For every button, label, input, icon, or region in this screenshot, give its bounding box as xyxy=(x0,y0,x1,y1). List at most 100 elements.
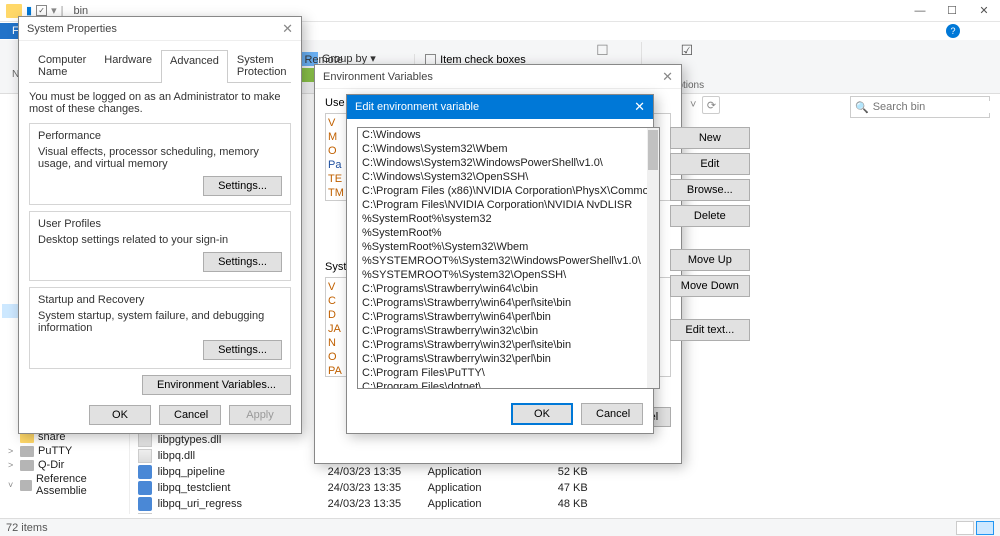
details-view-button[interactable] xyxy=(956,521,974,535)
path-item[interactable]: C:\Programs\Strawberry\win32\c\bin xyxy=(358,324,659,338)
ok-button[interactable]: OK xyxy=(89,405,151,425)
file-size: 47 KB xyxy=(528,482,588,494)
file-size: 52 KB xyxy=(528,466,588,478)
tree-item[interactable]: ˅ Reference Assemblie xyxy=(2,472,127,498)
expand-icon[interactable]: ˅ xyxy=(8,480,13,490)
tree-item[interactable]: > PuTTY xyxy=(2,444,127,458)
file-icon xyxy=(138,513,152,514)
env-vars-button[interactable]: Environment Variables... xyxy=(142,375,291,395)
performance-group: Performance Visual effects, processor sc… xyxy=(29,123,291,205)
tree-label: PuTTY xyxy=(38,445,72,457)
file-row[interactable]: libpq_uri_regress 24/03/23 13:35 Applica… xyxy=(138,496,992,512)
file-name: libpq_pipeline xyxy=(158,466,328,478)
file-date: 24/03/23 13:35 xyxy=(328,482,428,494)
expand-icon[interactable]: > xyxy=(8,446,13,456)
profiles-title: User Profiles xyxy=(38,218,282,230)
titlebar-sep: | xyxy=(61,5,64,17)
close-icon[interactable]: ✕ xyxy=(634,99,645,115)
refresh-button[interactable]: ⟳ xyxy=(702,96,720,114)
large-icons-view-button[interactable] xyxy=(976,521,994,535)
maximize-button[interactable]: ☐ xyxy=(936,0,968,22)
new-button[interactable]: New xyxy=(670,127,750,149)
file-type: Application xyxy=(428,482,528,494)
file-icon xyxy=(138,433,152,447)
cancel-button[interactable]: Cancel xyxy=(159,405,221,425)
file-name: libpq_testclient xyxy=(158,482,328,494)
edit-button[interactable]: Edit xyxy=(670,153,750,175)
startup-desc: System startup, system failure, and debu… xyxy=(38,310,282,334)
sysprops-tabs: Computer NameHardwareAdvancedSystem Prot… xyxy=(29,49,291,83)
perf-title: Performance xyxy=(38,130,282,142)
edit-text-button[interactable]: Edit text... xyxy=(670,319,750,341)
file-name: libpgtypes.dll xyxy=(158,434,328,446)
path-item[interactable]: C:\Program Files\PuTTY\ xyxy=(358,366,659,380)
apply-button: Apply xyxy=(229,405,291,425)
path-item[interactable]: C:\Program Files\NVIDIA Corporation\NVID… xyxy=(358,198,659,212)
path-item[interactable]: C:\Programs\Strawberry\win64\perl\site\b… xyxy=(358,296,659,310)
path-item[interactable]: C:\Windows xyxy=(358,128,659,142)
startup-settings-button[interactable]: Settings... xyxy=(203,340,282,360)
scrollbar-thumb[interactable] xyxy=(648,130,658,170)
file-row[interactable]: libssl-3-x64.dll 24/03/23 13:35 Applicat… xyxy=(138,512,992,514)
path-item[interactable]: C:\Programs\Strawberry\win64\perl\bin xyxy=(358,310,659,324)
path-item[interactable]: %SYSTEMROOT%\System32\WindowsPowerShell\… xyxy=(358,254,659,268)
sysprops-tab[interactable]: Advanced xyxy=(161,50,228,83)
path-item[interactable]: C:\Programs\Strawberry\win64\c\bin xyxy=(358,282,659,296)
window-title: bin xyxy=(73,5,88,17)
checkbox-icon[interactable]: ✓ xyxy=(36,5,47,16)
path-item[interactable]: C:\Windows\System32\OpenSSH\ xyxy=(358,170,659,184)
sysprops-tab[interactable]: Computer Name xyxy=(29,49,95,82)
close-button[interactable]: ✕ xyxy=(968,0,1000,22)
path-item[interactable]: C:\Programs\Strawberry\win32\perl\bin xyxy=(358,352,659,366)
path-list[interactable]: C:\WindowsC:\Windows\System32\WbemC:\Win… xyxy=(357,127,660,389)
ok-button[interactable]: OK xyxy=(511,403,573,425)
minimize-button[interactable]: — xyxy=(904,0,936,22)
tree-label: Q-Dir xyxy=(38,459,64,471)
path-item[interactable]: C:\Program Files (x86)\NVIDIA Corporatio… xyxy=(358,184,659,198)
file-size: 48 KB xyxy=(528,498,588,510)
address-dropdown[interactable]: ˅ xyxy=(690,99,696,111)
startup-group: Startup and Recovery System startup, sys… xyxy=(29,287,291,369)
path-item[interactable]: %SYSTEMROOT%\System32\OpenSSH\ xyxy=(358,268,659,282)
path-item[interactable]: %SystemRoot% xyxy=(358,226,659,240)
status-bar: 72 items xyxy=(0,518,1000,536)
delete-button[interactable]: Delete xyxy=(670,205,750,227)
path-item[interactable]: %SystemRoot%\system32 xyxy=(358,212,659,226)
path-item[interactable]: C:\Programs\Strawberry\win32\perl\site\b… xyxy=(358,338,659,352)
hide-icon[interactable]: ☐ xyxy=(596,42,609,59)
cancel-button[interactable]: Cancel xyxy=(581,403,643,425)
search-input[interactable] xyxy=(873,101,1000,113)
file-type: Application xyxy=(428,466,528,478)
browse-button[interactable]: Browse... xyxy=(670,179,750,201)
tree-item[interactable]: > Q-Dir xyxy=(2,458,127,472)
path-item[interactable]: C:\Program Files\dotnet\ xyxy=(358,380,659,389)
folder-icon xyxy=(20,446,34,457)
folder-icon xyxy=(20,460,34,471)
editenv-title-bar[interactable]: Edit environment variable ✕ xyxy=(347,95,653,119)
options-icon[interactable]: ☑ xyxy=(681,42,694,59)
sysprops-tab[interactable]: Hardware xyxy=(95,49,161,82)
startup-title: Startup and Recovery xyxy=(38,294,282,306)
move-up-button[interactable]: Move Up xyxy=(670,249,750,271)
file-row[interactable]: libpq_pipeline 24/03/23 13:35 Applicatio… xyxy=(138,464,992,480)
perf-settings-button[interactable]: Settings... xyxy=(203,176,282,196)
file-row[interactable]: libpq_testclient 24/03/23 13:35 Applicat… xyxy=(138,480,992,496)
path-item[interactable]: C:\Windows\System32\WindowsPowerShell\v1… xyxy=(358,156,659,170)
search-box[interactable]: 🔍 xyxy=(850,96,990,118)
tree-label: Reference Assemblie xyxy=(36,473,125,497)
folder-icon xyxy=(20,480,32,491)
close-icon[interactable]: ✕ xyxy=(662,69,673,85)
profiles-settings-button[interactable]: Settings... xyxy=(203,252,282,272)
move-down-button[interactable]: Move Down xyxy=(670,275,750,297)
file-date: 24/03/23 13:35 xyxy=(328,466,428,478)
envvars-title-bar: Environment Variables ✕ xyxy=(315,65,681,89)
edit-env-dialog: Edit environment variable ✕ C:\WindowsC:… xyxy=(346,94,654,434)
path-item[interactable]: %SystemRoot%\System32\Wbem xyxy=(358,240,659,254)
file-name: libpq.dll xyxy=(158,450,328,462)
path-item[interactable]: C:\Windows\System32\Wbem xyxy=(358,142,659,156)
help-icon[interactable]: ? xyxy=(946,24,960,38)
scrollbar[interactable] xyxy=(647,128,659,388)
close-icon[interactable]: ✕ xyxy=(282,21,293,37)
expand-icon[interactable]: > xyxy=(8,460,13,470)
sysprops-tab[interactable]: System Protection xyxy=(228,49,296,82)
